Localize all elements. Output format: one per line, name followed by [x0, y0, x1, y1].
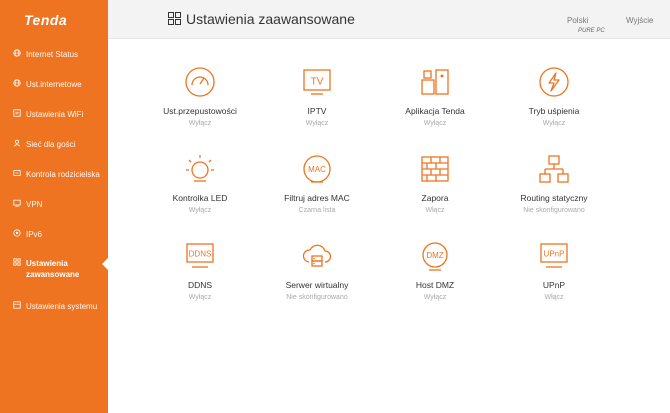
- page-title: Ustawienia zaawansowane: [186, 11, 355, 27]
- tile-label: Kontrolka LED: [172, 193, 228, 203]
- tile-tenda-app[interactable]: Aplikacja Tenda Wyłącz: [375, 66, 495, 127]
- tile-label: IPTV: [307, 106, 327, 116]
- tile-led-control[interactable]: Kontrolka LED Wyłącz: [140, 153, 260, 214]
- logout-link[interactable]: Wyjście: [626, 16, 653, 25]
- tile-label: Aplikacja Tenda: [405, 106, 465, 116]
- tile-static-routing[interactable]: Routing statyczny Nie skonfigurowano: [494, 153, 614, 214]
- globe-icon: [13, 49, 21, 57]
- sidebar-item-internet-status[interactable]: Internet Status: [0, 49, 108, 60]
- grid-icon: [168, 12, 181, 25]
- routing-icon: [539, 155, 569, 183]
- tile-status: Nie skonfigurowano: [286, 294, 348, 301]
- tile-sleep-mode[interactable]: Tryb uśpienia Wyłącz: [494, 66, 614, 127]
- sidebar-item-label: Ust.internetowe: [26, 80, 82, 89]
- sidebar-item-label: Internet Status: [26, 50, 79, 59]
- sidebar-item-parental-control[interactable]: Kontrola rodzicielska: [0, 169, 108, 180]
- sidebar-item-wifi[interactable]: Ustawienia WiFi: [0, 109, 108, 120]
- mac-filter-icon: MAC: [303, 155, 331, 183]
- sidebar-item-vpn[interactable]: VPN: [0, 199, 108, 210]
- virtual-server-icon: [302, 244, 332, 267]
- sidebar-item-label: IPv6: [26, 230, 43, 239]
- sidebar-item-label: Sieć dla gości: [26, 140, 76, 149]
- sidebar-item-label: Ustawienia zawansowane: [26, 259, 80, 279]
- parental-icon: [13, 170, 21, 176]
- language-selector[interactable]: Polski: [567, 16, 588, 25]
- tile-status: Wyłącz: [188, 294, 212, 301]
- sidebar-item-internet-settings[interactable]: Ust.internetowe: [0, 79, 108, 90]
- vpn-icon: [13, 199, 21, 207]
- tile-label: Serwer wirtualny: [285, 280, 349, 290]
- sidebar: Tenda Internet Status Ust.internetowe Us…: [0, 0, 108, 413]
- tv-icon-label: TV: [311, 77, 324, 88]
- tile-status: Wyłącz: [423, 120, 447, 127]
- tile-label: Tryb uśpienia: [528, 106, 580, 116]
- upnp-icon: UPnP: [540, 243, 568, 268]
- tile-label: Routing statyczny: [520, 193, 588, 203]
- speedometer-icon: [185, 67, 215, 97]
- led-icon: [186, 155, 214, 182]
- tile-status: Wyłącz: [188, 120, 212, 127]
- tile-virtual-server[interactable]: Serwer wirtualny Nie skonfigurowano: [257, 240, 377, 301]
- tenda-logo: Tenda: [24, 12, 68, 28]
- tile-label: Zapora: [421, 193, 449, 203]
- tile-status: Wyłącz: [305, 120, 329, 127]
- tv-icon: TV: [303, 69, 331, 95]
- tile-status: Włącz: [425, 207, 445, 214]
- sidebar-item-advanced-settings[interactable]: Ustawienia zawansowane: [0, 258, 95, 280]
- tile-status: Nie skonfigurowano: [523, 207, 585, 214]
- ddns-icon-label: DDNS: [189, 250, 212, 259]
- dmz-icon-label: DMZ: [426, 251, 443, 260]
- tile-firewall[interactable]: Zapora Włącz: [375, 153, 495, 214]
- app-icon: [421, 69, 449, 95]
- tile-status: Wyłącz: [188, 207, 212, 214]
- top-bar: Ustawienia zaawansowane Polski Wyjście P…: [108, 0, 670, 39]
- tile-dmz-host[interactable]: DMZ Host DMZ Wyłącz: [375, 240, 495, 301]
- sidebar-item-system-settings[interactable]: Ustawienia systemu: [0, 301, 108, 312]
- tile-label: Ust.przepustowości: [163, 106, 237, 116]
- sidebar-item-label: VPN: [26, 200, 43, 209]
- firewall-icon: [421, 156, 449, 182]
- sidebar-item-label: Ustawienia WiFi: [26, 110, 84, 119]
- tile-status: Czarna lista: [298, 207, 336, 214]
- tile-ddns[interactable]: DDNS DDNS Wyłącz: [140, 240, 260, 301]
- tile-label: Host DMZ: [415, 280, 455, 290]
- ipv6-icon: [13, 229, 21, 237]
- sidebar-item-label: Ustawienia systemu: [26, 302, 98, 311]
- guest-icon: [13, 139, 21, 147]
- grid-icon: [13, 258, 21, 266]
- system-icon: [13, 301, 21, 309]
- mac-icon-label: MAC: [308, 165, 326, 174]
- sleep-icon: [539, 67, 569, 97]
- tile-upnp[interactable]: UPnP UPnP Włącz: [494, 240, 614, 301]
- watermark: PURE PC: [578, 28, 605, 34]
- sidebar-item-label: Kontrola rodzicielska: [26, 170, 100, 179]
- tile-label: DDNS: [187, 280, 213, 290]
- tile-bandwidth[interactable]: Ust.przepustowości Wyłącz: [140, 66, 260, 127]
- tile-iptv[interactable]: TV IPTV Wyłącz: [257, 66, 377, 127]
- tile-status: Wyłącz: [542, 120, 566, 127]
- wifi-icon: [13, 109, 21, 117]
- tile-mac-filter[interactable]: MAC Filtruj adres MAC Czarna lista: [257, 153, 377, 214]
- ddns-icon: DDNS: [186, 243, 214, 268]
- tile-status: Wyłącz: [423, 294, 447, 301]
- tile-label: UPnP: [542, 280, 566, 290]
- main-content: Ustawienia zaawansowane Polski Wyjście P…: [108, 0, 670, 413]
- tile-label: Filtruj adres MAC: [284, 193, 350, 203]
- globe-icon: [13, 79, 21, 87]
- upnp-icon-label: UPnP: [544, 250, 565, 259]
- sidebar-item-ipv6[interactable]: IPv6: [0, 229, 108, 240]
- tile-status: Włącz: [544, 294, 564, 301]
- dmz-icon: DMZ: [422, 242, 448, 271]
- sidebar-item-guest-network[interactable]: Sieć dla gości: [0, 139, 108, 150]
